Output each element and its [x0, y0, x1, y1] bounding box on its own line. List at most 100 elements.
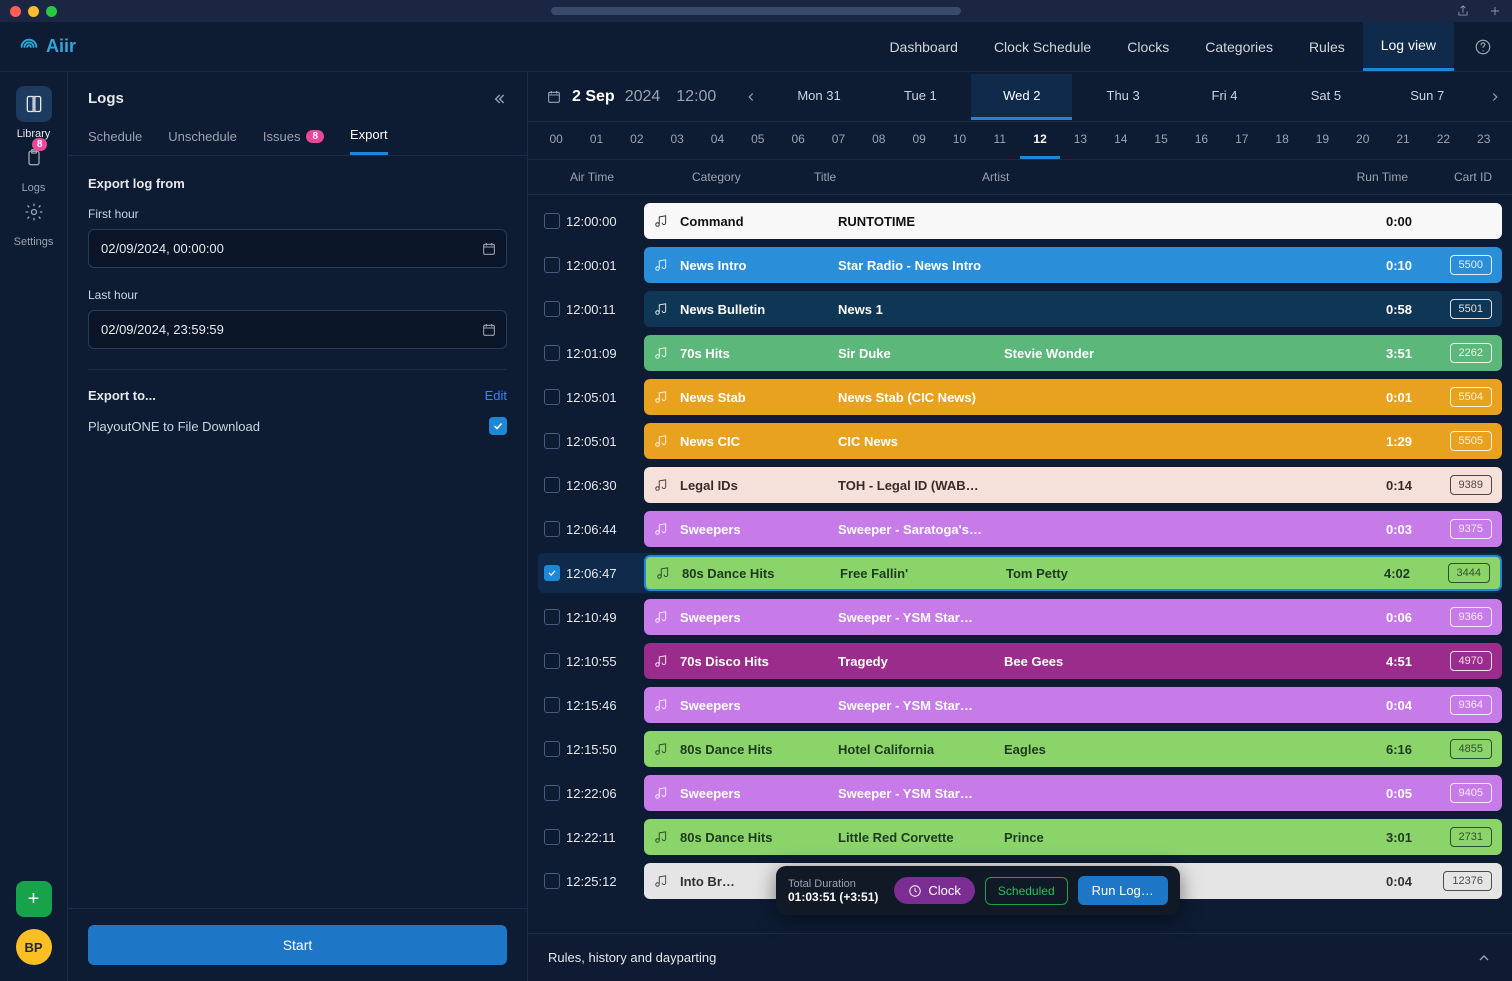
calendar-icon[interactable]: [481, 241, 497, 257]
day-sun-7[interactable]: Sun 7: [1377, 74, 1478, 120]
row-checkbox[interactable]: [544, 741, 560, 757]
next-day-icon[interactable]: [1478, 90, 1512, 104]
close-window[interactable]: [10, 6, 21, 17]
row-checkbox[interactable]: [544, 213, 560, 229]
hour-05[interactable]: 05: [738, 122, 778, 159]
hour-08[interactable]: 08: [859, 122, 899, 159]
hour-01[interactable]: 01: [576, 122, 616, 159]
hour-00[interactable]: 00: [536, 122, 576, 159]
day-sat-5[interactable]: Sat 5: [1275, 74, 1376, 120]
hour-22[interactable]: 22: [1423, 122, 1463, 159]
log-row[interactable]: 12:10:55 70s Disco Hits Tragedy Bee Gees…: [538, 641, 1502, 681]
hour-17[interactable]: 17: [1222, 122, 1262, 159]
clock-button[interactable]: Clock: [894, 877, 975, 904]
log-row[interactable]: 12:06:44 Sweepers Sweeper - Saratoga's… …: [538, 509, 1502, 549]
row-checkbox[interactable]: [544, 477, 560, 493]
nav-clocks[interactable]: Clocks: [1109, 22, 1187, 71]
hour-16[interactable]: 16: [1181, 122, 1221, 159]
hour-20[interactable]: 20: [1343, 122, 1383, 159]
log-row[interactable]: 12:22:11 80s Dance Hits Little Red Corve…: [538, 817, 1502, 857]
hour-06[interactable]: 06: [778, 122, 818, 159]
edit-link[interactable]: Edit: [485, 388, 507, 403]
hour-19[interactable]: 19: [1302, 122, 1342, 159]
row-checkbox[interactable]: [544, 609, 560, 625]
collapse-panel-icon[interactable]: [491, 91, 507, 107]
log-row[interactable]: 12:00:00 Command RUNTOTIME 0:00: [538, 201, 1502, 241]
hour-10[interactable]: 10: [939, 122, 979, 159]
row-checkbox[interactable]: [544, 565, 560, 581]
log-row[interactable]: 12:15:46 Sweepers Sweeper - YSM Star… 0:…: [538, 685, 1502, 725]
row-airtime: 12:25:12: [566, 874, 644, 889]
first-hour-input[interactable]: [88, 229, 507, 268]
minimize-window[interactable]: [28, 6, 39, 17]
hour-15[interactable]: 15: [1141, 122, 1181, 159]
nav-clock-schedule[interactable]: Clock Schedule: [976, 22, 1109, 71]
log-row[interactable]: 12:00:11 News Bulletin News 1 0:58 5501: [538, 289, 1502, 329]
destination-checkbox[interactable]: [489, 417, 507, 435]
log-row[interactable]: 12:22:06 Sweepers Sweeper - YSM Star… 0:…: [538, 773, 1502, 813]
hour-14[interactable]: 14: [1101, 122, 1141, 159]
start-button[interactable]: Start: [88, 925, 507, 965]
hour-12[interactable]: 12: [1020, 122, 1060, 159]
row-checkbox[interactable]: [544, 433, 560, 449]
last-hour-input[interactable]: [88, 310, 507, 349]
user-avatar[interactable]: BP: [16, 929, 52, 965]
tab-export[interactable]: Export: [350, 117, 388, 155]
hour-11[interactable]: 11: [980, 122, 1020, 159]
rail-logs[interactable]: Logs8: [14, 140, 54, 194]
calendar-icon[interactable]: [481, 322, 497, 338]
day-thu-3[interactable]: Thu 3: [1072, 74, 1173, 120]
brand-logo[interactable]: Aiir: [0, 36, 94, 58]
nav-categories[interactable]: Categories: [1187, 22, 1291, 71]
day-wed-2[interactable]: Wed 2: [971, 74, 1072, 120]
hour-21[interactable]: 21: [1383, 122, 1423, 159]
log-row[interactable]: 12:10:49 Sweepers Sweeper - YSM Star… 0:…: [538, 597, 1502, 637]
chevron-up-icon[interactable]: [1476, 950, 1492, 966]
row-checkbox[interactable]: [544, 301, 560, 317]
tab-schedule[interactable]: Schedule: [88, 117, 142, 155]
nav-dashboard[interactable]: Dashboard: [871, 22, 976, 71]
hour-02[interactable]: 02: [617, 122, 657, 159]
hour-13[interactable]: 13: [1060, 122, 1100, 159]
log-row[interactable]: 12:05:01 News CIC CIC News 1:29 5505: [538, 421, 1502, 461]
log-row[interactable]: 12:05:01 News Stab News Stab (CIC News) …: [538, 377, 1502, 417]
log-row[interactable]: 12:15:50 80s Dance Hits Hotel California…: [538, 729, 1502, 769]
log-row[interactable]: 12:00:01 News Intro Star Radio - News In…: [538, 245, 1502, 285]
maximize-window[interactable]: [46, 6, 57, 17]
day-mon-31[interactable]: Mon 31: [768, 74, 869, 120]
hour-07[interactable]: 07: [818, 122, 858, 159]
help-icon[interactable]: [1454, 38, 1512, 56]
rail-library[interactable]: Library: [14, 86, 54, 140]
day-fri-4[interactable]: Fri 4: [1174, 74, 1275, 120]
row-checkbox[interactable]: [544, 345, 560, 361]
hour-03[interactable]: 03: [657, 122, 697, 159]
row-checkbox[interactable]: [544, 697, 560, 713]
log-row[interactable]: 12:06:30 Legal IDs TOH - Legal ID (WAB… …: [538, 465, 1502, 505]
run-log-button[interactable]: Run Log…: [1078, 876, 1168, 905]
prev-day-icon[interactable]: [734, 90, 768, 104]
rail-settings[interactable]: Settings: [14, 194, 54, 248]
hour-23[interactable]: 23: [1464, 122, 1504, 159]
footer-bar[interactable]: Rules, history and dayparting: [528, 933, 1512, 981]
row-checkbox[interactable]: [544, 521, 560, 537]
row-checkbox[interactable]: [544, 829, 560, 845]
row-checkbox[interactable]: [544, 653, 560, 669]
hour-09[interactable]: 09: [899, 122, 939, 159]
row-checkbox[interactable]: [544, 389, 560, 405]
share-icon[interactable]: [1456, 4, 1470, 18]
nav-rules[interactable]: Rules: [1291, 22, 1363, 71]
log-row[interactable]: 12:01:09 70s Hits Sir Duke Stevie Wonder…: [538, 333, 1502, 373]
nav-log-view[interactable]: Log view: [1363, 22, 1454, 71]
tab-unschedule[interactable]: Unschedule: [168, 117, 237, 155]
row-checkbox[interactable]: [544, 873, 560, 889]
add-tab-icon[interactable]: [1488, 4, 1502, 18]
hour-04[interactable]: 04: [697, 122, 737, 159]
calendar-icon[interactable]: [546, 89, 562, 105]
log-row[interactable]: 12:06:47 80s Dance Hits Free Fallin' Tom…: [538, 553, 1502, 593]
day-tue-1[interactable]: Tue 1: [870, 74, 971, 120]
add-button[interactable]: +: [16, 881, 52, 917]
tab-issues[interactable]: Issues8: [263, 117, 324, 155]
row-checkbox[interactable]: [544, 257, 560, 273]
row-checkbox[interactable]: [544, 785, 560, 801]
hour-18[interactable]: 18: [1262, 122, 1302, 159]
